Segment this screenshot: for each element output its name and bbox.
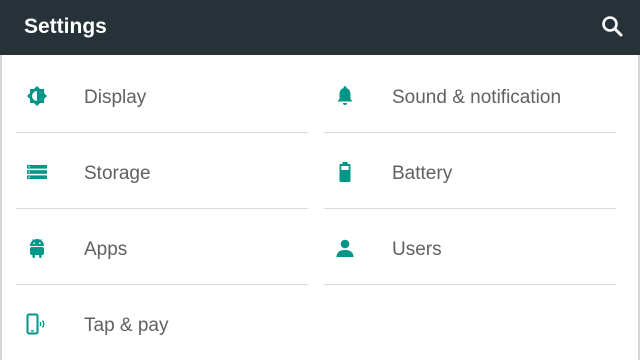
setting-apps-label: Apps — [84, 239, 128, 260]
setting-display-label: Display — [84, 87, 147, 108]
setting-battery[interactable]: Battery — [324, 133, 616, 209]
search-button[interactable] — [598, 12, 628, 42]
setting-tap-pay-label: Tap & pay — [84, 315, 169, 336]
setting-sound-notification-label: Sound & notification — [392, 87, 562, 108]
app-bar: Settings — [0, 0, 640, 55]
battery-icon — [334, 161, 356, 183]
person-icon — [334, 237, 356, 259]
setting-users-label: Users — [392, 239, 442, 260]
setting-apps[interactable]: Apps — [16, 209, 308, 285]
setting-storage-label: Storage — [84, 163, 151, 184]
tap-pay-icon — [26, 313, 48, 335]
storage-icon — [26, 161, 48, 183]
android-icon — [26, 237, 48, 259]
settings-grid: Display Storage Apps Tap & pay Sound & n… — [0, 55, 640, 360]
brightness-icon — [26, 85, 48, 107]
setting-battery-label: Battery — [392, 163, 453, 184]
setting-tap-pay[interactable]: Tap & pay — [16, 285, 308, 360]
setting-storage[interactable]: Storage — [16, 133, 308, 209]
setting-users[interactable]: Users — [324, 209, 616, 285]
page-title: Settings — [24, 15, 107, 38]
search-icon — [602, 16, 623, 37]
setting-sound-notification[interactable]: Sound & notification — [324, 57, 616, 133]
setting-display[interactable]: Display — [16, 57, 308, 133]
bell-icon — [334, 85, 356, 107]
